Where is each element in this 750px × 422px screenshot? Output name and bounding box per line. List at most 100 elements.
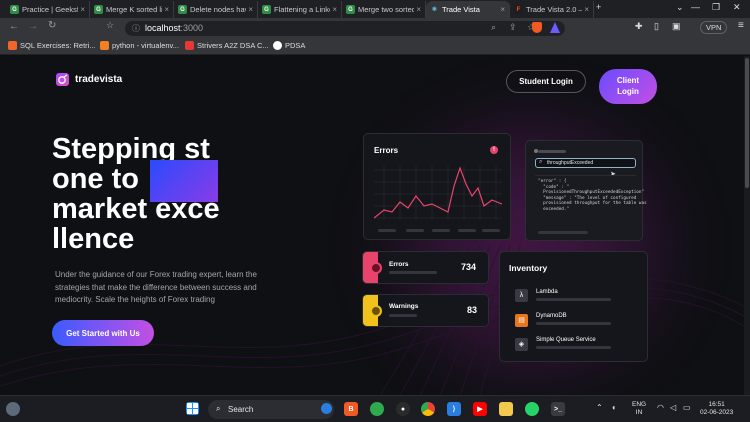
region-code: IN: [635, 409, 643, 416]
obs-icon[interactable]: ●: [396, 402, 410, 416]
student-login-button[interactable]: Student Login: [506, 70, 586, 93]
reload-icon[interactable]: ↻: [48, 20, 56, 31]
close-tab-icon[interactable]: ×: [584, 5, 589, 14]
start-button[interactable]: [186, 402, 199, 415]
maximize-button[interactable]: ❐: [712, 2, 720, 13]
chrome-green-icon[interactable]: [370, 402, 384, 416]
new-tab-button[interactable]: +: [596, 2, 601, 12]
taskbar-search[interactable]: ⌕ Search: [208, 400, 334, 419]
bookmark-item[interactable]: SQL Exercises: Retri...: [8, 41, 96, 50]
page-viewport: tradevista Student Login Client Login St…: [0, 56, 744, 395]
youtube-icon[interactable]: ▶: [473, 402, 487, 416]
log-search-input[interactable]: ⌕ throughputExceeded: [535, 158, 636, 168]
clock[interactable]: 16:51 02-06-2023: [700, 401, 733, 417]
url-field[interactable]: ⓘ localhost:3000 ⌕ ⇪ ☆: [125, 21, 565, 36]
windows-taskbar: ⌕ Search B ● ⟩ ▶ >_ ⌃ ◐ ENG IN ◠ ◁ ▭ 16:…: [0, 395, 750, 422]
chart-legend-bar: [482, 229, 500, 232]
warnings-stat-label: Warnings: [389, 303, 419, 310]
tray-overflow-icon[interactable]: ⌃: [596, 404, 603, 412]
w3r-icon: [8, 41, 17, 50]
tab-title: Flattening a Linked: [274, 5, 330, 14]
warning-circle-icon: [370, 305, 382, 317]
browser-tab[interactable]: ⚛ Trade Vista ×: [426, 1, 510, 18]
close-tab-icon[interactable]: ×: [332, 5, 337, 14]
gfg-icon: G: [10, 5, 19, 14]
taskbar-search-label: Search: [228, 405, 254, 414]
terminal-icon[interactable]: >_: [551, 402, 565, 416]
wallet-icon[interactable]: ▣: [672, 21, 681, 32]
close-window-button[interactable]: ✕: [733, 2, 741, 13]
bookmark-item[interactable]: Strivers A2Z DSA C...: [185, 41, 269, 50]
bookmark-page-icon[interactable]: ☆: [106, 20, 114, 31]
zoom-icon[interactable]: ⌕: [491, 22, 496, 33]
browser-tab[interactable]: FTrade Vista 2.0 – Fig×: [510, 1, 594, 18]
code-block: "error" : { "code" : " ProvisionedThroug…: [538, 179, 647, 213]
vscode-icon[interactable]: ⟩: [447, 402, 461, 416]
gfg-icon: G: [178, 5, 187, 14]
page-scrollbar[interactable]: [744, 56, 750, 395]
brave-shield-icon[interactable]: [532, 22, 542, 33]
error-circle-icon: [370, 262, 382, 274]
errors-stat-card: Errors 734: [362, 251, 489, 284]
gfg-icon: G: [346, 5, 355, 14]
inventory-item-bar: [536, 346, 611, 349]
site-info-icon[interactable]: ⓘ: [132, 23, 140, 34]
weather-icon[interactable]: [6, 402, 20, 416]
close-tab-icon[interactable]: ×: [164, 5, 169, 14]
inventory-item-label: DynamoDB: [536, 313, 567, 319]
url-text: localhost:3000: [145, 23, 204, 33]
bookmark-item[interactable]: PDSA: [273, 41, 305, 50]
tuf-icon: [185, 41, 194, 50]
language-indicator[interactable]: ENG IN: [632, 401, 646, 417]
client-login-button[interactable]: Client Login: [599, 69, 657, 104]
browser-tab[interactable]: GDelete nodes having×: [174, 1, 258, 18]
sqs-icon: ◈: [515, 338, 528, 351]
vpn-button[interactable]: VPN: [700, 21, 728, 34]
bookmark-item[interactable]: python - virtualenv...: [100, 41, 179, 50]
chart-legend-bar: [458, 229, 476, 232]
browser-tab[interactable]: GMerge two sorted li×: [342, 1, 426, 18]
scrollbar-thumb[interactable]: [745, 58, 749, 188]
volume-icon[interactable]: ◁: [670, 404, 676, 412]
share-icon[interactable]: ⇪: [509, 22, 517, 33]
extensions-icon[interactable]: ✚: [635, 21, 643, 32]
card-header-dot: [534, 149, 538, 153]
wifi-icon[interactable]: ◠: [657, 404, 664, 412]
whatsapp-icon[interactable]: [525, 402, 539, 416]
minimize-button[interactable]: —: [691, 2, 700, 12]
brand-name[interactable]: tradevista: [75, 74, 122, 85]
card-header-bar: [538, 150, 566, 153]
tab-title: Merge K sorted link: [106, 5, 162, 14]
inventory-item-bar: [536, 298, 611, 301]
close-tab-icon[interactable]: ×: [500, 5, 505, 14]
file-explorer-icon[interactable]: [499, 402, 513, 416]
log-search-card: ⌕ throughputExceeded ➤ "error" : { "code…: [525, 140, 647, 241]
tray-app-icon[interactable]: ◐: [612, 404, 617, 412]
errors-line-chart: [374, 166, 502, 220]
bookmarks-bar: SQL Exercises: Retri... python - virtuale…: [0, 38, 750, 55]
lambda-icon: λ: [515, 289, 528, 302]
bookmark-label: PDSA: [285, 41, 306, 50]
back-icon[interactable]: ←: [9, 21, 19, 32]
browser-tab[interactable]: GMerge K sorted link×: [90, 1, 174, 18]
github-icon: [273, 41, 282, 50]
code-line: ProvisionedThroughputExceededException": [538, 190, 645, 196]
react-icon: ⚛: [431, 7, 438, 13]
chart-legend-bar: [378, 229, 396, 232]
logo-icon[interactable]: [56, 73, 69, 86]
forward-icon[interactable]: →: [28, 21, 38, 32]
brave-app-icon[interactable]: B: [344, 402, 358, 416]
browser-tab[interactable]: GPractice | GeeksforG×: [6, 1, 90, 18]
address-bar-row: ← → ↻ ☆ ⓘ localhost:3000 ⌕ ⇪ ☆ ✚ ▯ ▣ VPN…: [0, 18, 750, 38]
warnings-stat-value: 83: [467, 305, 478, 315]
close-tab-icon[interactable]: ×: [416, 5, 421, 14]
sidebar-icon[interactable]: ▯: [654, 21, 659, 32]
get-started-button[interactable]: Get Started with Us: [52, 320, 154, 346]
close-tab-icon[interactable]: ×: [80, 5, 85, 14]
close-tab-icon[interactable]: ×: [248, 5, 253, 14]
tab-search-icon[interactable]: ⌄: [676, 2, 684, 13]
menu-icon[interactable]: ≡: [738, 20, 744, 31]
chrome-icon[interactable]: [421, 402, 435, 416]
browser-tab[interactable]: GFlattening a Linked×: [258, 1, 342, 18]
battery-icon[interactable]: ▭: [683, 404, 691, 412]
